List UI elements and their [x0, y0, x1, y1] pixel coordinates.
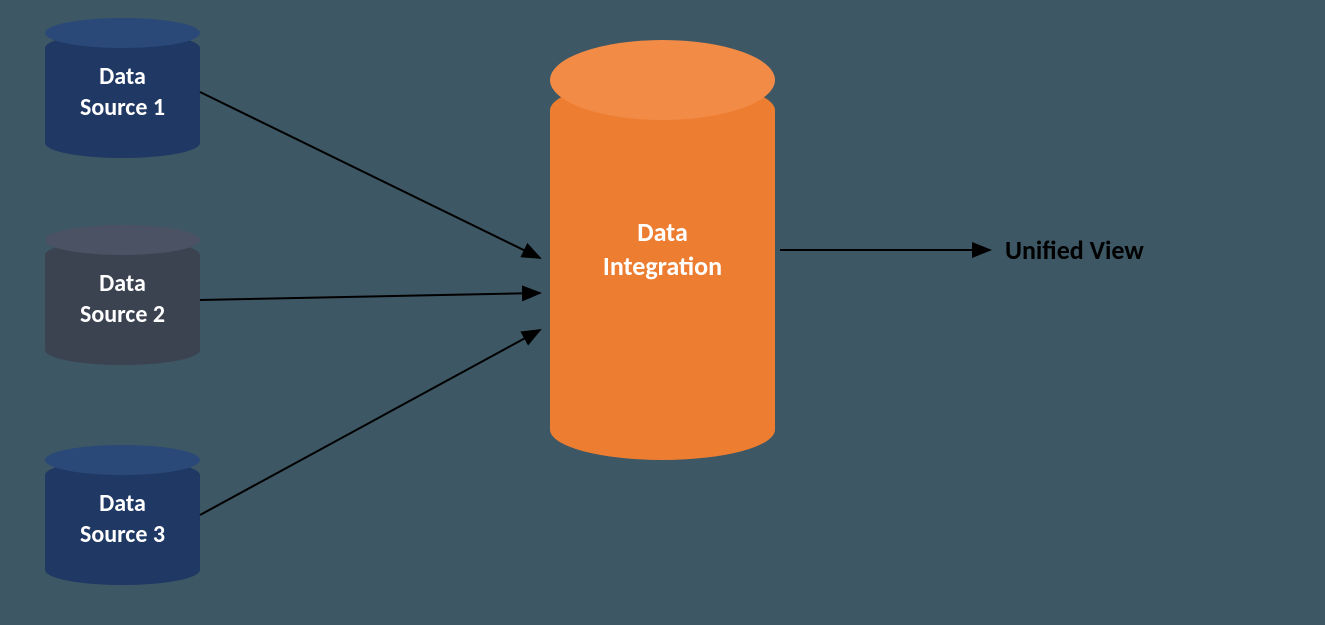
arrow-source1-to-integration — [200, 92, 540, 258]
data-integration-label: DataIntegration — [603, 216, 722, 284]
arrow-source2-to-integration — [200, 293, 540, 300]
data-source-3-label: DataSource 3 — [80, 488, 165, 550]
arrow-source3-to-integration — [200, 330, 540, 515]
data-source-3-node: DataSource 3 — [45, 445, 200, 585]
data-integration-node: DataIntegration — [550, 40, 775, 460]
unified-view-label: Unified View — [1005, 234, 1144, 266]
data-source-1-label: DataSource 1 — [80, 61, 165, 123]
data-source-2-node: DataSource 2 — [45, 225, 200, 365]
data-source-1-node: DataSource 1 — [45, 18, 200, 158]
data-source-2-label: DataSource 2 — [80, 268, 165, 330]
